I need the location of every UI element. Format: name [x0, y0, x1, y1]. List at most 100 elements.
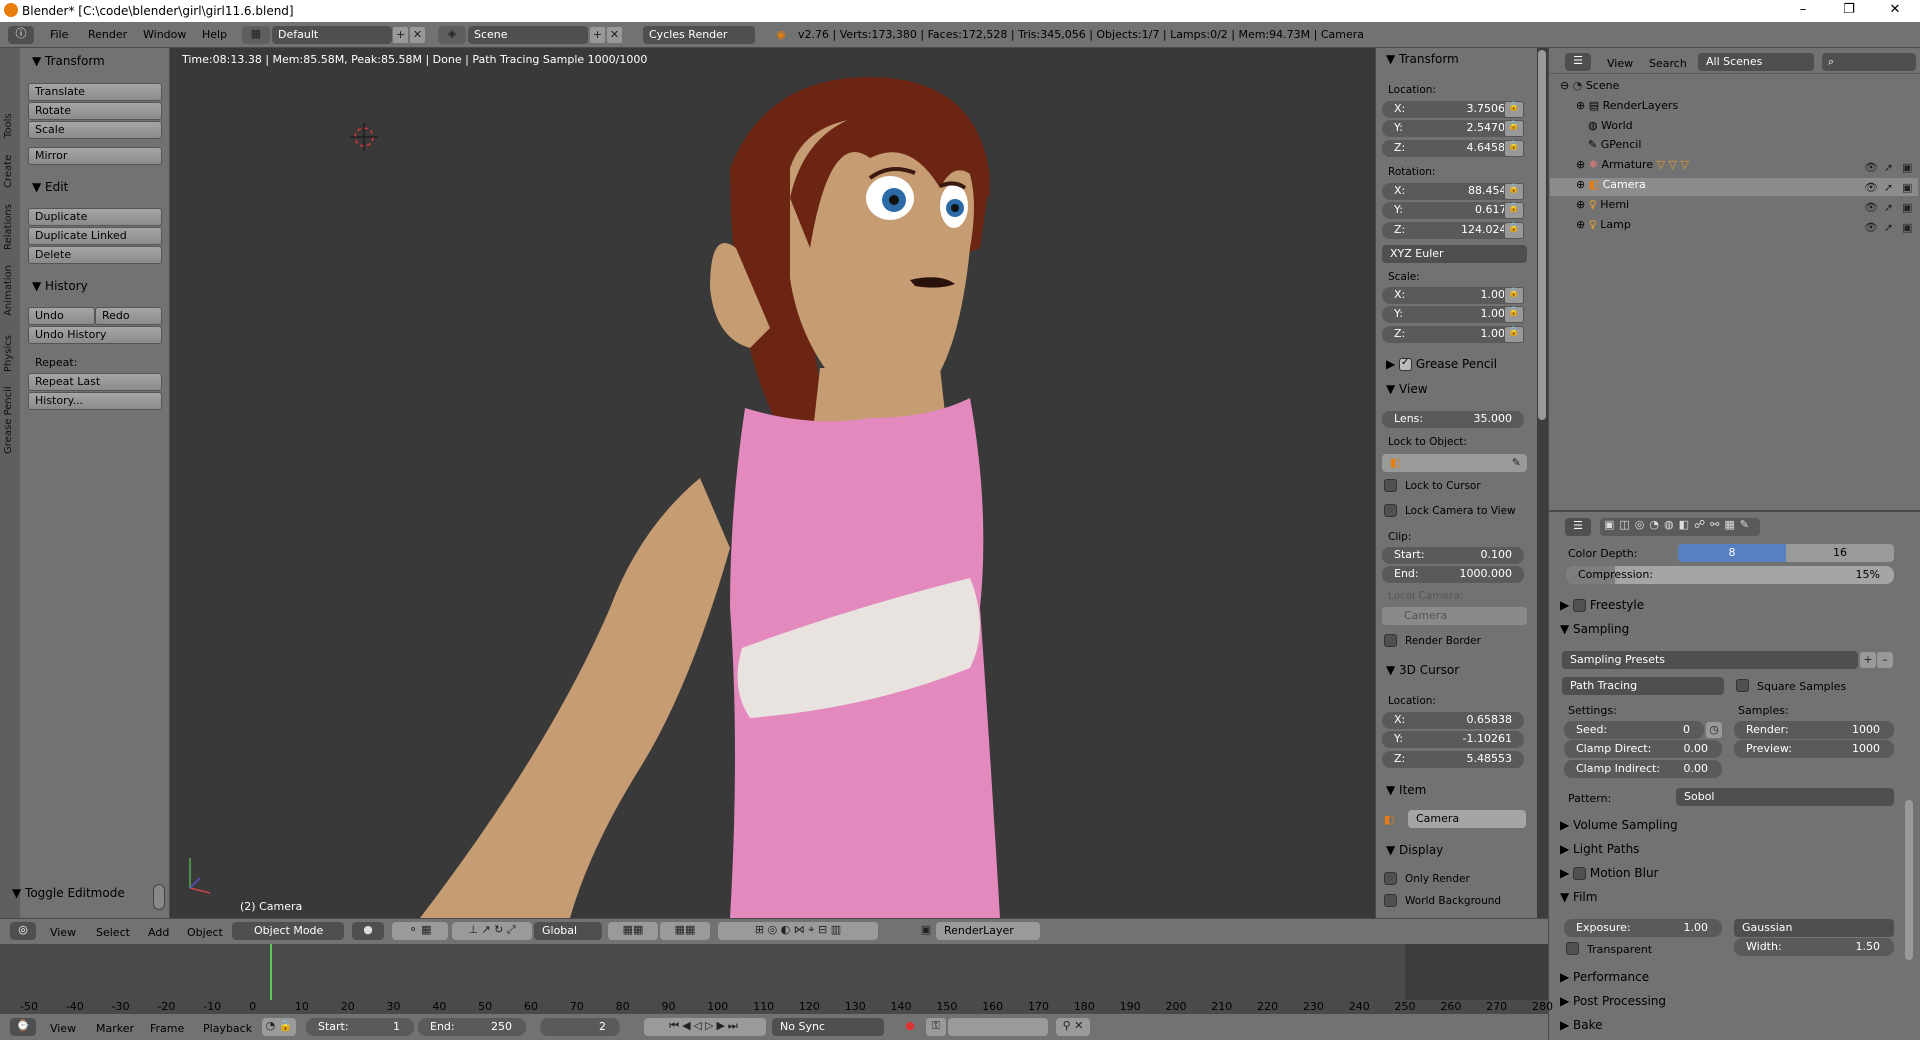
n-panel-scrollbar[interactable] [1538, 50, 1546, 420]
end-frame-field[interactable]: End: 250 [418, 1018, 526, 1036]
outliner-row-hemi[interactable]: ⊕ ♀ Hemi [1550, 198, 1918, 216]
lock-icon[interactable]: 🔒 [1504, 326, 1524, 343]
compression-slider[interactable]: Compression: 15% [1566, 566, 1894, 584]
sampling-panel-header[interactable]: ▼ Sampling [1560, 622, 1629, 636]
n-transform-header[interactable]: ▼ Transform [1386, 52, 1459, 66]
lock-icon[interactable]: 🔒 [1504, 287, 1524, 304]
clamp-indirect-field[interactable]: Clamp Indirect: 0.00 [1564, 760, 1722, 778]
maximize-button[interactable]: ❐ [1826, 0, 1872, 22]
render-engine-select[interactable]: Cycles Render [643, 26, 755, 44]
layers-icon[interactable]: ▦▦ [608, 922, 658, 940]
vp-menu-add[interactable]: Add [148, 926, 169, 939]
remove-layout-icon[interactable]: ✕ [410, 27, 425, 43]
scale-button[interactable]: Scale [28, 121, 162, 139]
filter-width-field[interactable]: Width: 1.50 [1734, 938, 1894, 956]
bake-header[interactable]: ▶ Bake [1560, 1018, 1603, 1032]
lock-icon[interactable]: 🔒 [1504, 183, 1524, 200]
viewport-editor-icon[interactable]: ◎ [10, 922, 36, 940]
cursor-z-field[interactable]: Z: 5.48553 [1382, 751, 1524, 768]
close-button[interactable]: ✕ [1872, 0, 1918, 22]
lock-camera-checkbox[interactable] [1384, 504, 1397, 517]
vp-menu-select[interactable]: Select [96, 926, 130, 939]
item-panel-header[interactable]: ▼ Item [1386, 783, 1426, 797]
menu-window[interactable]: Window [143, 28, 186, 41]
seed-field[interactable]: Seed: 0 [1564, 721, 1704, 739]
render-camera-icon[interactable]: ▣ [1902, 180, 1912, 196]
cursor-y-field[interactable]: Y: -1.10261 [1382, 731, 1524, 748]
current-frame-field[interactable]: 2 [540, 1018, 620, 1036]
lock-icon[interactable]: 🔒 [1504, 306, 1524, 323]
lock-to-cursor-checkbox[interactable] [1384, 479, 1397, 492]
integrator-select[interactable]: Path Tracing [1562, 677, 1724, 695]
transform-panel-header[interactable]: ▼ Transform [32, 54, 105, 68]
rotation-z-field[interactable]: Z: 124.024° [1382, 222, 1524, 239]
render-border-checkbox[interactable] [1384, 634, 1397, 647]
location-x-field[interactable]: X: 3.75065 [1382, 101, 1524, 118]
scale-y-field[interactable]: Y: 1.000 [1382, 306, 1524, 323]
vp-menu-view[interactable]: View [50, 926, 76, 939]
lock-icon[interactable]: 🔒 [1504, 120, 1524, 137]
outliner-scenes-select[interactable]: All Scenes [1698, 53, 1814, 71]
undo-button[interactable]: Undo [28, 307, 95, 325]
pattern-select[interactable]: Sobol [1676, 788, 1894, 806]
properties-editor-icon[interactable]: ☰ [1565, 518, 1591, 536]
render-camera-icon[interactable]: ▣ [1902, 160, 1912, 176]
grease-pencil-checkbox[interactable] [1399, 357, 1413, 371]
redo-button[interactable]: Redo [95, 307, 162, 325]
cursor-x-field[interactable]: X: 0.65838 [1382, 712, 1524, 729]
film-panel-header[interactable]: ▼ Film [1560, 890, 1597, 904]
clip-end-field[interactable]: End: 1000.000 [1382, 566, 1524, 583]
keying-set-field[interactable] [948, 1018, 1048, 1036]
select-arrow-icon[interactable]: ➚ [1884, 160, 1893, 176]
select-arrow-icon[interactable]: ➚ [1884, 200, 1893, 216]
minimize-button[interactable]: – [1780, 0, 1826, 22]
properties-scrollbar[interactable] [1905, 800, 1913, 960]
lock-icon[interactable]: 🔒 [1504, 140, 1524, 157]
pivot-icon[interactable]: ⚬ ▦ [392, 922, 448, 940]
outliner-row-lamp[interactable]: ⊕ ♀ Lamp [1550, 218, 1918, 236]
tab-physics[interactable]: Physics [0, 324, 20, 372]
lens-field[interactable]: Lens: 35.000 [1382, 411, 1524, 428]
timeline-editor-icon[interactable]: ⌚ [10, 1018, 36, 1036]
tab-relations[interactable]: Relations [0, 194, 20, 250]
exposure-field[interactable]: Exposure: 1.00 [1564, 919, 1722, 937]
outliner-search-input[interactable]: ⌕ [1822, 53, 1916, 71]
playback-controls[interactable]: ⏮◀◁▷▶⏭ [644, 1018, 766, 1036]
tab-animation[interactable]: Animation [0, 256, 20, 316]
menu-render[interactable]: Render [88, 28, 127, 41]
preview-samples-field[interactable]: Preview: 1000 [1734, 740, 1894, 758]
render-samples-field[interactable]: Render: 1000 [1734, 721, 1894, 739]
vp-menu-object[interactable]: Object [187, 926, 223, 939]
eyedropper-icon[interactable]: ✎ [1512, 456, 1521, 469]
scene-field[interactable]: Scene [468, 26, 588, 44]
properties-context-tabs[interactable]: ▣◫◎◔◍◧☍⚯▦✎ [1600, 518, 1760, 536]
visibility-eye-icon[interactable]: 👁 [1864, 200, 1878, 216]
visibility-eye-icon[interactable]: 👁 [1864, 220, 1878, 236]
scale-z-field[interactable]: Z: 1.000 [1382, 326, 1524, 343]
toggle-editmode-header[interactable]: ▼ Toggle Editmode [12, 886, 125, 900]
local-camera-field[interactable]: Camera [1382, 607, 1527, 625]
freestyle-checkbox[interactable] [1573, 599, 1587, 612]
transparent-checkbox[interactable] [1566, 942, 1579, 955]
tl-menu-marker[interactable]: Marker [96, 1022, 134, 1035]
remove-preset-icon[interactable]: – [1877, 652, 1893, 668]
keying-icon[interactable]: ⚿ [926, 1018, 946, 1036]
mode-select[interactable]: Object Mode [232, 922, 344, 940]
freestyle-panel-header[interactable]: ▶ Freestyle [1560, 598, 1644, 612]
tl-menu-frame[interactable]: Frame [150, 1022, 184, 1035]
tab-create[interactable]: Create [0, 144, 20, 188]
history-panel-header[interactable]: ▼ History [32, 279, 88, 293]
orientation-select[interactable]: Global [534, 922, 602, 940]
duplicate-button[interactable]: Duplicate [28, 208, 162, 226]
motion-blur-checkbox[interactable] [1573, 867, 1587, 880]
keyframe-insert-icons[interactable]: ⚲ ✕ [1056, 1018, 1090, 1036]
scale-x-field[interactable]: X: 1.000 [1382, 287, 1524, 304]
menu-help[interactable]: Help [202, 28, 227, 41]
filter-type-select[interactable]: Gaussian [1734, 919, 1894, 937]
scene-icon[interactable]: ◈ [438, 26, 466, 44]
undo-history-button[interactable]: Undo History [28, 326, 162, 344]
sampling-presets-select[interactable]: Sampling Presets [1562, 651, 1858, 669]
duplicate-linked-button[interactable]: Duplicate Linked [28, 227, 162, 245]
tab-tools[interactable]: Tools [0, 98, 20, 138]
translate-button[interactable]: Translate [28, 83, 162, 101]
